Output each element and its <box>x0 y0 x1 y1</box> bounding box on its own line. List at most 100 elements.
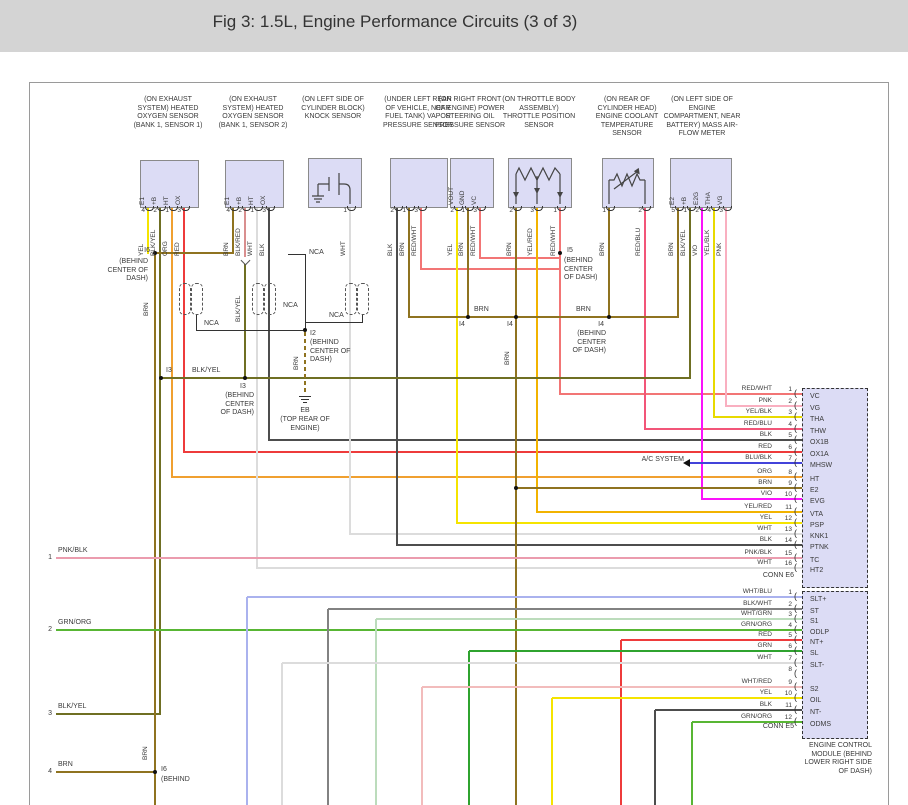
wire-label-blk-yel: BLK/YEL <box>235 295 242 322</box>
ecm-pin-signal: NT+ <box>810 639 824 646</box>
ecm-wire-label: GRN/ORG <box>740 713 772 720</box>
ecm-pin-number: 14 <box>784 537 792 544</box>
sensor-wire-label: WHT <box>247 241 254 256</box>
left-tap-wire-label: BRN <box>58 761 73 768</box>
ecm-pin-bracket: ( <box>794 482 797 492</box>
wire-nca-wire-c <box>305 321 363 323</box>
wire-label-brn-drop: BRN <box>504 351 511 365</box>
ecm-pin-number: 10 <box>784 690 792 697</box>
junction-loc-i4-c: (BEHIND CENTER OF DASH) <box>572 330 606 354</box>
sensor-wire-label: VIO <box>692 244 699 256</box>
sensor-pin-signal: VC <box>471 195 478 205</box>
ecm-pin-bracket: ( <box>794 493 797 503</box>
wire-label-brn: BRN <box>143 302 150 316</box>
sensor-pin-signal: E2G <box>693 191 700 205</box>
sensor-wire-label: RED/WHT <box>411 225 418 256</box>
ecm-pin-bracket: ( <box>794 539 797 549</box>
inline-connector <box>179 283 191 315</box>
junction-label-i3-right: I3 <box>240 383 246 390</box>
ecm-pin-bracket: ( <box>794 668 797 678</box>
wire-nca-wire-b <box>288 253 306 255</box>
ecm-wire-label: GRN/ORG <box>740 621 772 628</box>
wire-tps-vta-wire <box>536 206 538 513</box>
wire-i3-bus-wire <box>161 377 691 379</box>
ecm-wire-label: RED/BLU <box>743 420 772 427</box>
ecm-pin-number: 8 <box>788 666 792 673</box>
sensor-wire-label: RED <box>174 242 181 256</box>
nca-label-1: NCA <box>204 320 219 327</box>
ecm-pin-bracket: ( <box>794 634 797 644</box>
ecm-wire-label: WHT <box>757 525 772 532</box>
ecm-pin-signal: EVG <box>810 498 825 505</box>
sensor-wire-label: BRN <box>668 242 675 256</box>
ecm-pin-bracket: ( <box>794 613 797 623</box>
left-tap-number: 3 <box>48 710 52 717</box>
wire-nca-wire-a <box>195 314 197 331</box>
ecm-pin-number: 1 <box>788 386 792 393</box>
ecm-pin-signal: OX1A <box>810 451 829 458</box>
sensor-pin-signal: GND <box>459 190 466 205</box>
sensor-wire-label: RED/BLU <box>635 227 642 256</box>
ecm-pin-bracket: ( <box>794 411 797 421</box>
pin-arc <box>476 206 486 211</box>
ecm-module-label: ENGINE CONTROL MODULE (BEHIND LOWER RIGH… <box>804 742 872 775</box>
junction-label-i4-b: I4 <box>507 321 513 328</box>
sensor-label-knock-sensor: (ON LEFT SIDE OF CYLINDER BLOCK) KNOCK S… <box>301 96 365 120</box>
ecm-wire-label: BLK/WHT <box>743 600 772 607</box>
pin-arc <box>417 206 427 211</box>
ecm-pin-number: 9 <box>788 679 792 686</box>
ecm-wire-label: RED/WHT <box>741 385 772 392</box>
ecm-pin-number: 16 <box>784 560 792 567</box>
sensor-wire-label: BRN <box>399 242 406 256</box>
ecm-pin-bracket: ( <box>794 506 797 516</box>
wiring-diagram-page: Fig 3: 1.5L, Engine Performance Circuits… <box>0 0 908 805</box>
sensor-label-ect-sensor: (ON REAR OF CYLINDER HEAD) ENGINE COOLAN… <box>595 96 659 137</box>
wire-e5-odms-wire <box>691 722 693 805</box>
ecm-wire-label: WHT <box>757 654 772 661</box>
sensor-wire-label: YEL/RED <box>527 228 534 256</box>
wire-i6-vertical-wire <box>154 253 156 805</box>
wire-e5-s2-wire <box>421 687 423 805</box>
ecm-pin-bracket: ( <box>794 716 797 726</box>
ecm-pin-number: 8 <box>788 469 792 476</box>
ecm-pin-number: 4 <box>788 622 792 629</box>
junction-loc-i6-bottom: (BEHIND <box>161 776 190 783</box>
sensor-pin-signal: E2 <box>669 197 676 205</box>
pin-arc <box>605 206 615 211</box>
wire-psps-gnd-wire <box>467 206 469 318</box>
sensor-label-ps-oil-pressure-sensor: (ON RIGHT FRONT OF ENGINE) POWER STEERIN… <box>434 96 506 129</box>
ecm-wire-label: PNK <box>758 397 772 404</box>
ecm-pin-bracket: ( <box>794 434 797 444</box>
wire-tps-gnd-wire <box>515 206 517 805</box>
wire-e5-oil-wire <box>551 698 553 805</box>
junction-label-i3-left: I3 <box>166 367 172 374</box>
ecm-wire-label: YEL <box>759 514 772 521</box>
junction-dot <box>153 770 157 774</box>
junction-label-i2: I2 <box>310 330 316 337</box>
sensor-pin-signal: VG <box>717 195 724 205</box>
ecm-wire-label: YEL/RED <box>744 503 772 510</box>
wire-i2-ground-wire <box>304 332 306 395</box>
pin-arc <box>180 206 190 211</box>
sensor-wire-label: RED/WHT <box>470 225 477 256</box>
wire-nca-wire-b <box>304 254 306 331</box>
ecm-conn-label: CONN E5 <box>762 723 794 730</box>
ecm-pin-bracket: ( <box>794 388 797 398</box>
ecm-wire-label: WHT <box>757 559 772 566</box>
sensor-pin-signal: OX <box>175 195 182 205</box>
knock-capacitor-symbol <box>312 173 351 204</box>
ecm-wire-label: WHT/GRN <box>740 610 772 617</box>
ground-symbol-bar <box>301 399 309 400</box>
ac-system-label: A/C SYSTEM <box>641 456 684 463</box>
sensor-label-maf-meter: (ON LEFT SIDE OF ENGINE COMPARTMENT, NEA… <box>663 96 741 137</box>
ecm-pin-bracket: ( <box>794 457 797 467</box>
ecm-pin-number: 12 <box>784 714 792 721</box>
ecm-pin-number: 11 <box>785 504 792 511</box>
ecm-pin-signal: OX1B <box>810 439 829 446</box>
left-tap-number: 4 <box>48 768 52 775</box>
diagram-canvas: (ON EXHAUST SYSTEM) HEATED OXYGEN SENSOR… <box>0 0 908 805</box>
wire-psps-vc-wire <box>479 206 481 259</box>
junction-dot <box>514 486 518 490</box>
sensor-wire-label: BRN <box>506 242 513 256</box>
wire-vapor-vc-wire <box>420 206 422 270</box>
